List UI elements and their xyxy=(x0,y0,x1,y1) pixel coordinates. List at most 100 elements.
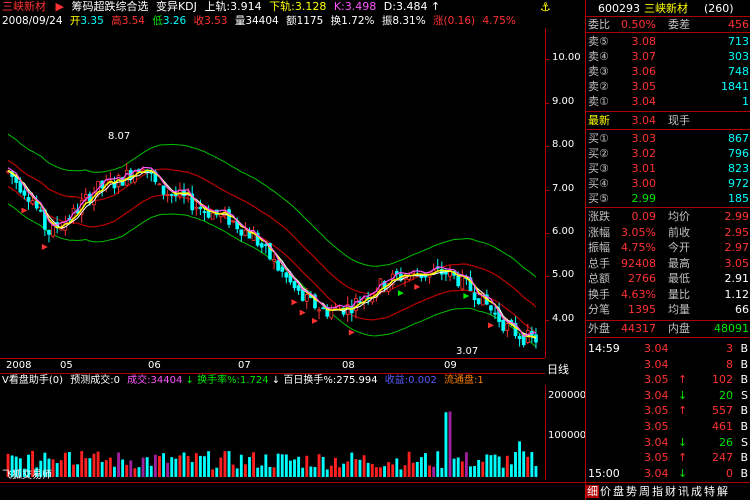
buy-level-volume: 972 xyxy=(728,177,749,190)
panel-tab[interactable]: 盘 xyxy=(612,485,625,498)
buy-level-price: 3.00 xyxy=(631,177,657,190)
candle-down xyxy=(239,229,244,236)
volume-bar xyxy=(178,455,182,477)
webi-value: 0.50% xyxy=(621,18,656,31)
stat-row: 分笔 1395 均量 66 xyxy=(586,302,750,317)
tick-volume: 20 xyxy=(719,388,733,402)
arrow-up-icon: ↑ xyxy=(430,0,441,13)
buy-level-label: 买③ xyxy=(588,162,609,175)
volume-bar xyxy=(379,467,382,477)
tick-row: 15:00 3.04 ↓ 0 B xyxy=(586,466,750,481)
tick-price: 3.04 xyxy=(644,388,669,402)
anchor-icon[interactable]: ⚓ xyxy=(540,0,554,14)
sell-level-label: 卖⑤ xyxy=(588,35,609,48)
volume-bar xyxy=(284,454,288,477)
sell-level-row: 卖④ 3.07 303 xyxy=(586,49,750,64)
buy-signal-icon xyxy=(414,283,421,290)
buy-level-row: 买③ 3.01 823 xyxy=(586,161,750,176)
price-chart[interactable] xyxy=(0,28,545,358)
red-arrow-icon[interactable]: ▶ xyxy=(56,0,64,13)
volume-bar xyxy=(141,457,145,477)
tick-side: B xyxy=(740,404,748,418)
candle-up xyxy=(329,309,334,319)
tick-price: 3.05 xyxy=(644,404,669,418)
tick-price: 3.04 xyxy=(644,342,669,355)
volume-bar xyxy=(333,457,337,477)
quote-title-row: 600293 三峡新材 (260) xyxy=(586,1,750,16)
candle-up xyxy=(304,294,309,302)
volume-bar xyxy=(51,459,55,477)
buy-level-label: 买① xyxy=(588,132,609,145)
volume-bar xyxy=(108,457,112,477)
volume-bar xyxy=(76,464,80,477)
tick-row: 3.05 ↑ 247 B xyxy=(586,450,750,465)
volume-bar xyxy=(260,465,264,477)
volume-bar xyxy=(113,466,116,477)
candle-down xyxy=(493,312,497,315)
bottom-border xyxy=(0,482,585,483)
panel-tab[interactable]: 周 xyxy=(638,485,651,498)
volume-bar xyxy=(321,456,325,477)
volume-bar xyxy=(129,460,133,477)
price-tick-label: 7.00 xyxy=(552,182,575,194)
panel-tab[interactable]: 解 xyxy=(716,485,729,498)
panel-tab[interactable]: 特 xyxy=(703,485,716,498)
volume-chart[interactable] xyxy=(0,385,545,480)
volume-bar xyxy=(125,464,129,477)
sell-level-price: 3.08 xyxy=(631,35,657,48)
candle-up xyxy=(210,212,215,220)
volume-bar xyxy=(84,458,88,477)
tick-side: S xyxy=(741,388,748,402)
tick-price: 3.04 xyxy=(644,466,669,480)
candle-up xyxy=(194,206,199,210)
k-label: K: xyxy=(333,0,345,13)
volume-bar xyxy=(383,466,386,477)
panel-tab[interactable]: 细 xyxy=(586,485,599,498)
sell-level-volume: 1841 xyxy=(721,80,749,93)
k-value: 3.498 xyxy=(344,0,377,13)
sell-level-price: 3.05 xyxy=(631,80,657,93)
volume-bar xyxy=(276,453,280,477)
stat-label: 振幅 xyxy=(588,241,610,254)
price-tick-mark xyxy=(545,102,549,104)
panel-tab[interactable]: 价 xyxy=(599,485,612,498)
candle-up xyxy=(231,220,235,223)
panel-tab[interactable]: 指 xyxy=(651,485,664,498)
candle-down xyxy=(300,289,305,301)
candle-down xyxy=(18,181,23,193)
outer-value: 44317 xyxy=(621,322,656,335)
buy-level-row: 买② 3.02 796 xyxy=(586,146,750,161)
candle-down xyxy=(22,190,27,196)
outer-label: 外盘 xyxy=(588,322,610,335)
stat-label: 涨跌 xyxy=(588,210,610,223)
tick-row: 3.05 ↑ 102 B xyxy=(586,372,750,387)
stat-value: 2.97 xyxy=(724,241,750,254)
panel-tab[interactable]: 讯 xyxy=(677,485,690,498)
tick-row: 14:59 3.04 3 B xyxy=(586,341,750,356)
daily-tab[interactable]: 日线 xyxy=(547,361,569,377)
indicator-name[interactable]: 变异KDJ xyxy=(156,0,197,13)
price-tick-mark xyxy=(545,319,549,321)
formula-name[interactable]: 筹码超跌综合选 xyxy=(71,0,148,13)
tick-side: B xyxy=(740,342,748,355)
volume-bar xyxy=(338,467,341,477)
stat-label: 最低 xyxy=(668,272,690,285)
volume-axis: 200000 100000 xyxy=(545,385,586,480)
sell-level-label: 卖① xyxy=(588,95,609,108)
amplitude-label: 振 xyxy=(381,15,393,27)
stat-value: 4.63% xyxy=(621,287,656,301)
bar-date: 2008/09/24 xyxy=(2,15,63,27)
panel-tab[interactable]: 势 xyxy=(625,485,638,498)
stock-name[interactable]: 三峡新材 xyxy=(2,0,46,13)
volume-bar xyxy=(374,467,378,477)
candle-down xyxy=(169,193,174,196)
stat-label: 换手 xyxy=(588,287,610,301)
close-label: 收 xyxy=(193,15,205,27)
volume-bar xyxy=(444,412,448,477)
tick-price: 3.04 xyxy=(644,435,669,449)
volume-bar xyxy=(415,461,419,477)
candle-down xyxy=(284,272,289,278)
panel-tab[interactable]: 成 xyxy=(690,485,703,498)
panel-tab[interactable]: 财 xyxy=(664,485,677,498)
volume-bar xyxy=(350,452,354,477)
